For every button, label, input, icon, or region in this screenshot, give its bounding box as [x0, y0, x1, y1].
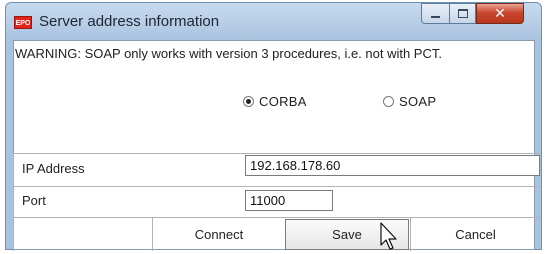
minimize-icon	[431, 15, 440, 18]
maximize-icon	[457, 9, 468, 18]
radio-soap[interactable]: SOAP	[383, 94, 436, 109]
window-title: Server address information	[39, 13, 220, 30]
grid-divider	[13, 186, 540, 187]
ip-address-label: IP Address	[22, 161, 85, 176]
mouse-pointer-icon	[380, 222, 397, 250]
app-icon: EPO	[14, 16, 32, 29]
cancel-button[interactable]: Cancel	[411, 219, 540, 250]
grid-divider	[13, 153, 540, 154]
dialog-window: EPO Server address information ✕	[5, 2, 542, 250]
connect-button[interactable]: Connect	[153, 219, 285, 250]
grid-divider	[13, 217, 540, 218]
title-bar[interactable]: EPO Server address information ✕	[6, 3, 541, 40]
radio-corba[interactable]: CORBA	[243, 94, 307, 109]
close-button[interactable]: ✕	[476, 3, 524, 24]
radio-corba-label: CORBA	[259, 94, 307, 109]
port-label: Port	[22, 193, 46, 208]
radio-soap-label: SOAP	[399, 94, 437, 109]
ip-address-input[interactable]	[245, 155, 540, 176]
close-icon: ✕	[494, 5, 506, 22]
minimize-button[interactable]	[421, 3, 449, 24]
maximize-button[interactable]	[449, 3, 476, 24]
radio-unchecked-icon[interactable]	[383, 96, 394, 107]
grid-divider	[13, 153, 14, 251]
warning-message: WARNING: SOAP only works with version 3 …	[15, 46, 442, 61]
radio-checked-icon[interactable]	[243, 96, 254, 107]
port-input[interactable]	[245, 190, 333, 211]
